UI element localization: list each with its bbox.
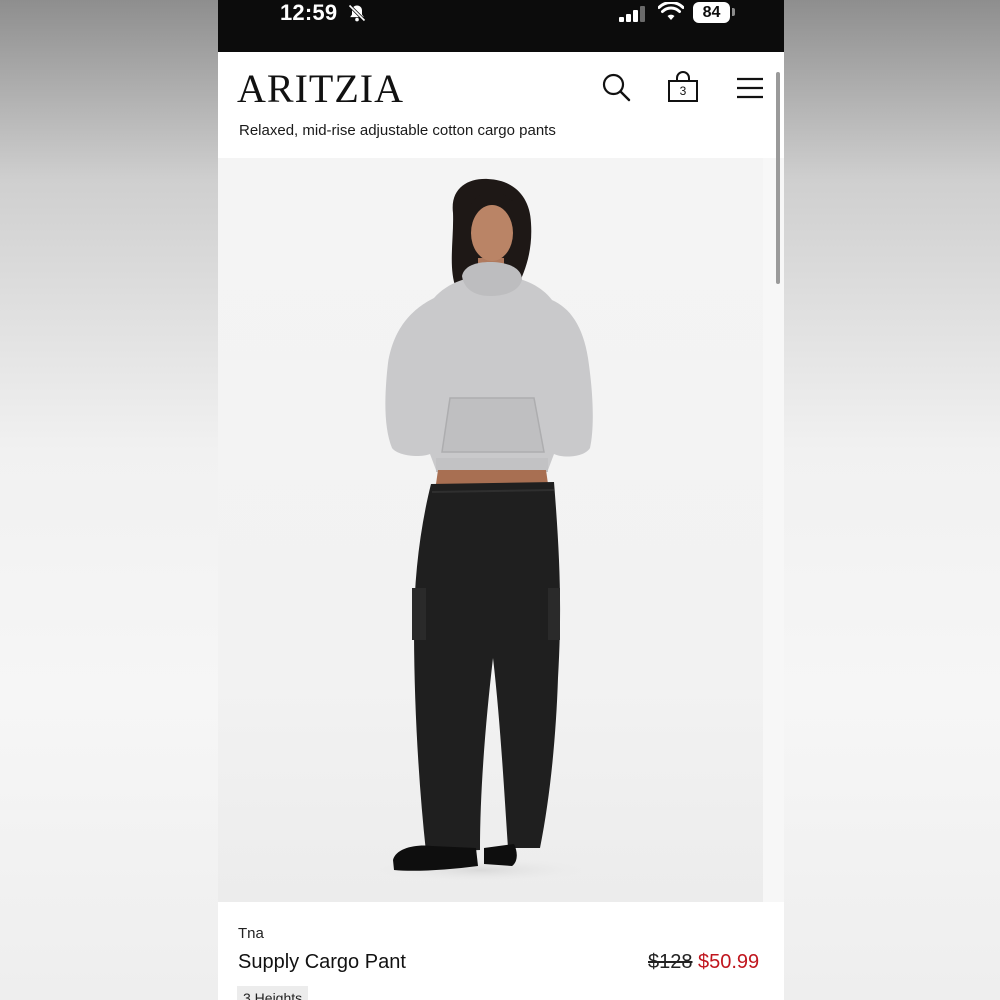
product-name[interactable]: Supply Cargo Pant (238, 950, 406, 974)
wifi-icon (658, 2, 684, 20)
status-time: 12:59 (280, 0, 338, 25)
battery-icon: 84 (693, 2, 735, 23)
product-info: Tna Supply Cargo Pant $128 $50.99 3 Heig… (218, 902, 784, 1000)
brand-logo[interactable]: ARITZIA (237, 66, 404, 112)
model-photo (360, 178, 600, 884)
bell-slash-icon (348, 4, 366, 22)
site-header: ARITZIA 3 Relaxed, mid-rise adjustable c… (218, 52, 784, 158)
price-sale: $50.99 (698, 951, 760, 973)
menu-icon[interactable] (736, 76, 764, 100)
heights-badge: 3 Heights (237, 986, 309, 1000)
battery-tip (732, 8, 735, 16)
product-description: Relaxed, mid-rise adjustable cotton carg… (239, 122, 556, 139)
search-icon[interactable] (601, 72, 631, 102)
battery-level: 84 (693, 2, 730, 23)
signal-icon (619, 6, 645, 22)
price-original: $128 (648, 951, 693, 973)
scrollbar[interactable] (776, 72, 780, 284)
phone-screen: 12:59 84 ARITZIA 3 Relaxed, mid-rise adj… (218, 0, 784, 1000)
status-bar: 12:59 84 (218, 0, 784, 52)
product-image[interactable] (218, 158, 763, 902)
bag-count: 3 (679, 84, 687, 98)
image-gallery-edge (763, 158, 784, 902)
product-brand[interactable]: Tna (238, 925, 264, 943)
